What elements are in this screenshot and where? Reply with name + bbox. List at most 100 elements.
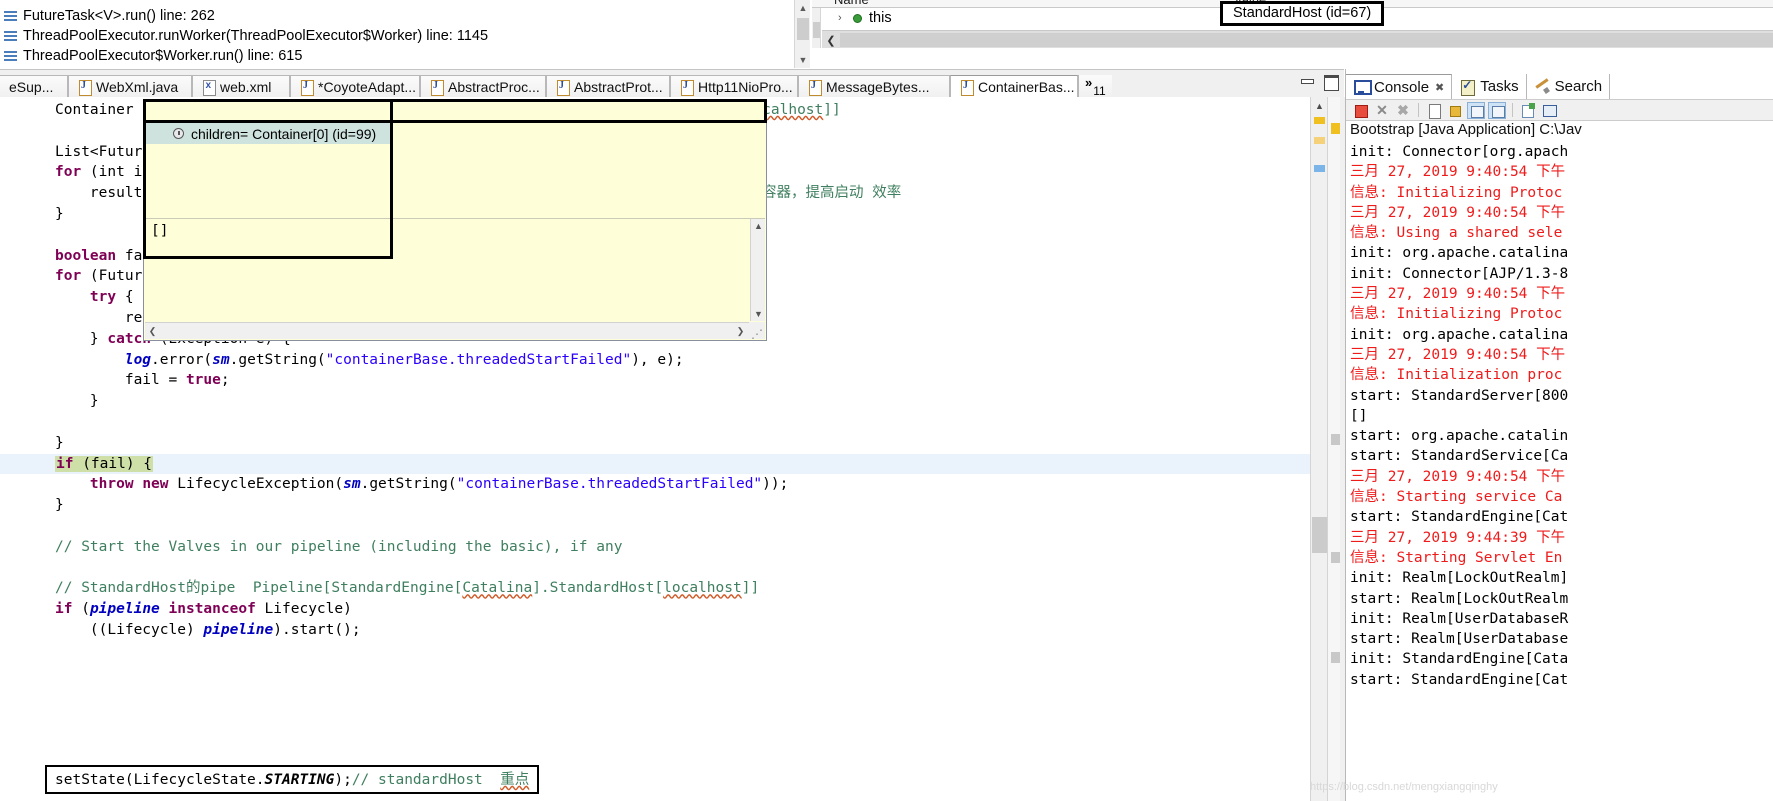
show-console-on-output-icon[interactable]: [1467, 101, 1485, 119]
code-line[interactable]: ((Lifecycle) pipeline).start();: [0, 620, 1310, 641]
scroll-up-icon[interactable]: ▲: [751, 219, 766, 233]
console-icon: [1353, 80, 1372, 95]
console-line: 信息: Using a shared sele: [1350, 225, 1563, 242]
lock-file-icon: [680, 79, 694, 96]
maximize-icon[interactable]: [1323, 74, 1339, 91]
editor-tab-esup[interactable]: eSup...: [0, 75, 68, 98]
chevron-right-icon[interactable]: ›: [838, 12, 847, 24]
code-line[interactable]: // StandardHost的pipe Pipeline[StandardEn…: [0, 578, 1310, 599]
stack-scrollbar[interactable]: ▲ ▼: [794, 0, 810, 68]
show-console-on-error-icon[interactable]: [1488, 101, 1506, 119]
toolbar-separator: [1418, 103, 1419, 117]
editor-tab-label: WebXml.java: [96, 79, 179, 95]
editor-tab-http11niopro[interactable]: Http11NioPro...: [670, 75, 798, 98]
console-tab-search[interactable]: Search: [1527, 74, 1611, 99]
editor-tab-label: web.xml: [220, 79, 272, 95]
editor-tab-label: AbstractProc...: [448, 79, 540, 95]
editor-tab-abstractproc[interactable]: AbstractProc...: [420, 75, 546, 98]
console-line: 信息: Starting Servlet En: [1350, 549, 1563, 566]
code-line[interactable]: [0, 662, 1310, 683]
popup-vertical-scrollbar[interactable]: ▲ ▼: [750, 219, 765, 321]
editor-overview-ruler[interactable]: ▲: [1310, 97, 1327, 801]
scroll-down-icon[interactable]: ▼: [751, 307, 766, 321]
remove-launch-icon[interactable]: ✕: [1373, 102, 1391, 119]
console-line: 信息: Initializing Protoc: [1350, 184, 1563, 201]
editor-tab-containerbas[interactable]: ContainerBas...✖: [950, 75, 1091, 98]
editor-tab-messagebytes[interactable]: MessageBytes...: [798, 75, 950, 98]
ruler-mark-warning[interactable]: [1314, 137, 1325, 144]
code-line[interactable]: throw new LifecycleException(sm.getStrin…: [0, 474, 1310, 495]
close-icon[interactable]: ✖: [1435, 81, 1444, 94]
chevron-double-right-icon[interactable]: »: [1085, 75, 1092, 90]
code-line[interactable]: if (fail) {: [0, 453, 1310, 475]
console-line: init: Realm[UserDatabaseR: [1350, 610, 1569, 627]
code-line[interactable]: }: [0, 391, 1310, 412]
code-line[interactable]: fail = true;: [0, 370, 1310, 391]
variables-horizontal-scrollbar[interactable]: ❮: [822, 30, 1773, 48]
popup-variable-tree[interactable]: children= Container[0] (id=99): [144, 100, 766, 218]
display-selected-console-icon[interactable]: [1540, 102, 1558, 119]
code-line[interactable]: [0, 641, 1310, 662]
console-tab-console[interactable]: Console ✖: [1346, 74, 1453, 99]
console-line: 信息: Initialization proc: [1350, 367, 1563, 384]
code-line[interactable]: // Start the Valves in our pipeline (inc…: [0, 537, 1310, 558]
clear-console-icon[interactable]: [1425, 102, 1443, 119]
console-tab-bar[interactable]: Console ✖ Tasks Search: [1346, 74, 1773, 99]
editor-tab-overflow[interactable]: » 11: [1078, 75, 1112, 98]
editor-tab-webxml[interactable]: web.xml: [192, 75, 290, 98]
editor-tab-webxmljava[interactable]: WebXml.java: [68, 75, 192, 98]
console-tab-tasks[interactable]: Tasks: [1452, 74, 1527, 99]
scroll-left-icon[interactable]: ❮: [145, 323, 160, 340]
stack-frame-row[interactable]: ThreadPoolExecutor$Worker.run() line: 61…: [0, 46, 302, 66]
ruler-mark-info[interactable]: [1314, 165, 1325, 172]
debug-stack-frames-panel[interactable]: FutureTask<V>.run() line: 262 ThreadPoolE…: [0, 0, 810, 68]
editor-tab-coyoteadapt[interactable]: *CoyoteAdapt...: [290, 75, 420, 98]
toolbar-separator: [1512, 103, 1513, 117]
console-panel[interactable]: Console ✖ Tasks Search ✕ ✖ Bootstrap [Java …: [1345, 69, 1773, 801]
console-line: 信息: Starting service Ca: [1350, 489, 1563, 506]
scrollbar-thumb[interactable]: [1312, 517, 1327, 553]
editor-tab-label: Http11NioPro...: [698, 79, 793, 95]
console-line: start: StandardService[Ca: [1350, 448, 1569, 465]
popup-resize-grip[interactable]: [749, 322, 765, 341]
code-line[interactable]: [0, 412, 1310, 433]
editor-tab-abstractprot[interactable]: AbstractProt...: [546, 75, 670, 98]
popup-variable-row[interactable]: children= Container[0] (id=99): [145, 123, 390, 144]
code-line[interactable]: }: [0, 495, 1310, 516]
popup-detail-pane: []: [145, 219, 765, 321]
code-line[interactable]: if (pipeline instanceof Lifecycle): [0, 599, 1310, 620]
scroll-left-icon[interactable]: ❮: [824, 31, 838, 49]
terminate-icon[interactable]: [1352, 102, 1370, 119]
ruler-mark-warning[interactable]: [1314, 117, 1325, 124]
open-console-icon[interactable]: [1519, 102, 1537, 119]
editor-tab-label: MessageBytes...: [826, 79, 930, 95]
console-line: start: org.apache.catalin: [1350, 428, 1569, 445]
console-line: 信息: Initializing Protoc: [1350, 306, 1563, 323]
remove-all-launches-icon[interactable]: ✖: [1394, 102, 1412, 119]
scroll-lock-icon[interactable]: [1446, 102, 1464, 119]
editor-tab-bar[interactable]: eSup... WebXml.java web.xml *CoyoteAdapt...…: [0, 69, 1344, 98]
scroll-right-icon[interactable]: ❯: [733, 323, 748, 340]
editor-tab-label: *CoyoteAdapt...: [318, 79, 417, 95]
stack-frame-row[interactable]: ThreadPoolExecutor.runWorker(ThreadPoolE…: [0, 26, 488, 46]
code-line[interactable]: log.error(sm.getString("containerBase.th…: [0, 350, 1310, 371]
column-header-name: Name: [834, 0, 869, 7]
popup-horizontal-scrollbar[interactable]: ❮ ❯: [145, 322, 765, 339]
console-line: start: StandardEngine[Cat: [1350, 671, 1569, 688]
code-line[interactable]: [0, 558, 1310, 579]
debug-hover-popup[interactable]: children= Container[0] (id=99) [] ▲ ▼ ❮ …: [143, 99, 767, 341]
console-output[interactable]: init: Connector[org.apach 三月 27, 2019 9:4…: [1346, 142, 1773, 801]
console-toolbar[interactable]: ✕ ✖: [1346, 99, 1773, 121]
variables-panel[interactable]: Name Value › this StandardHost (id=67) ❮: [812, 0, 1773, 68]
scroll-up-icon[interactable]: ▲: [795, 0, 810, 16]
scrollbar-thumb[interactable]: [797, 18, 809, 40]
code-line[interactable]: [0, 516, 1310, 537]
stack-frame-icon: [4, 10, 17, 22]
scrollbar-track[interactable]: [840, 33, 1773, 47]
scroll-up-icon[interactable]: ▲: [1311, 99, 1328, 113]
scroll-down-icon[interactable]: ▼: [795, 52, 810, 68]
code-line[interactable]: }: [0, 433, 1310, 454]
stack-frame-row[interactable]: FutureTask<V>.run() line: 262: [0, 6, 215, 26]
editor-window-controls[interactable]: [1299, 74, 1339, 91]
minimize-icon[interactable]: [1299, 74, 1314, 88]
